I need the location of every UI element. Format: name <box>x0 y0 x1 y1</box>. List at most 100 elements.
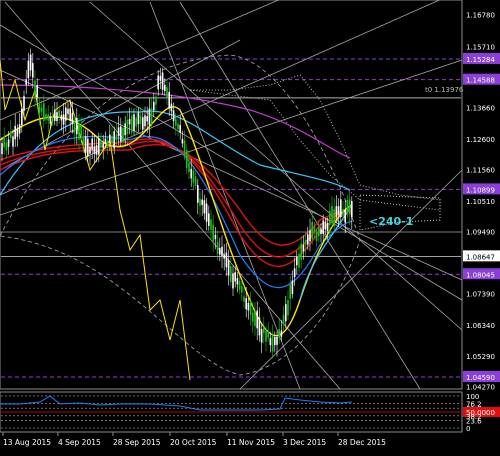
candle-body <box>186 150 188 168</box>
price-tick-label: 1.16780 <box>466 11 495 19</box>
candle-body <box>214 234 217 240</box>
candle-body <box>49 116 52 124</box>
price-tick-label: 1.13660 <box>466 104 495 112</box>
price-tick-label: 1.09490 <box>466 228 495 236</box>
candle-body <box>267 331 269 338</box>
candle-body <box>34 80 36 99</box>
price-axis: 1.167801.157101.146401.136601.126001.115… <box>463 11 500 392</box>
candle-body <box>27 60 30 79</box>
time-tick-label: 4 Sep 2015 <box>58 438 101 447</box>
candle-body <box>282 314 285 325</box>
candle-body <box>164 84 166 91</box>
candle-body <box>126 120 129 135</box>
time-tick-label: 28 Sep 2015 <box>113 438 161 447</box>
candle-body <box>201 199 203 205</box>
trend-line <box>0 59 463 216</box>
candle-body <box>175 118 177 126</box>
chart-canvas[interactable]: t0 1.13976 <240-1 1.167801.157101.146401… <box>0 0 500 452</box>
candle-body <box>131 115 133 133</box>
price-tick-label: 1.15710 <box>466 43 495 51</box>
time-tick-label: 13 Aug 2015 <box>3 438 51 447</box>
candle-body <box>315 232 318 241</box>
candle-body <box>249 301 252 315</box>
candle-body <box>12 136 14 147</box>
candle-body <box>252 312 254 322</box>
candle-body <box>91 138 93 150</box>
candle-body <box>62 114 65 125</box>
candle-body <box>293 268 296 278</box>
candle-body <box>236 278 239 285</box>
candle-body <box>238 280 241 290</box>
candle-body <box>247 302 250 311</box>
candle-body <box>155 96 157 105</box>
candle-body <box>7 139 10 147</box>
price-tick-label: 1.06340 <box>466 322 495 330</box>
candle-body <box>58 110 60 117</box>
candle-body <box>234 272 236 282</box>
chart-window[interactable]: t0 1.13976 <240-1 1.167801.157101.146401… <box>0 0 500 452</box>
candle-body <box>18 124 21 134</box>
candle-body <box>337 206 340 216</box>
candle-body <box>335 206 338 218</box>
candle-body <box>258 317 261 336</box>
candle-body <box>320 229 322 234</box>
candle-body <box>344 209 346 223</box>
price-tick-label: 1.07390 <box>466 291 495 299</box>
candle-body <box>348 199 351 214</box>
price-level-label: 1.14588 <box>466 77 495 85</box>
candle-body <box>225 252 228 268</box>
candle-body <box>36 85 38 98</box>
candle-body <box>278 329 280 339</box>
candle-body <box>40 107 43 112</box>
candle-body <box>45 114 47 120</box>
candle-body <box>146 116 148 122</box>
indicator-axis: 10076.261.850.000038.223.60 <box>463 393 500 433</box>
candle-body <box>203 200 206 214</box>
candle-body <box>210 219 212 231</box>
candle-body <box>188 162 190 173</box>
candle-body <box>3 136 5 148</box>
candle-body <box>263 327 265 333</box>
candle-body <box>197 185 199 203</box>
price-tick-label: 1.05290 <box>466 353 495 361</box>
candle-body <box>102 143 104 149</box>
candle-body <box>14 125 16 140</box>
candle-body <box>326 223 329 231</box>
main-chart-frame <box>0 0 463 390</box>
candle-body <box>280 330 283 337</box>
candle-body <box>216 241 219 254</box>
candle-body <box>271 334 274 352</box>
candle-body <box>276 337 278 345</box>
candle-body <box>150 108 153 125</box>
candle-body <box>232 273 234 289</box>
candle-body <box>104 138 107 145</box>
candle-body <box>161 72 164 90</box>
time-tick-label: 20 Oct 2015 <box>170 438 217 447</box>
price-level-markers: 1.15284 1.14588 1.10899 1.08045 1.04590 <box>463 52 500 382</box>
price-tick-label: 1.11560 <box>466 167 495 175</box>
candle-body <box>157 75 159 90</box>
candle-body <box>98 138 100 155</box>
candle-body <box>142 117 144 130</box>
candle-body <box>307 234 309 245</box>
candle-body <box>227 260 230 276</box>
current-price-label: 1.08647 <box>466 253 495 261</box>
candle-body <box>274 336 276 346</box>
candle-body <box>177 123 179 129</box>
candle-body <box>212 224 214 242</box>
candle-body <box>351 201 353 218</box>
candle-body <box>313 226 316 232</box>
candle-body <box>324 221 327 230</box>
candle-body <box>340 199 342 217</box>
candle-body <box>245 298 247 310</box>
candle-body <box>260 329 263 343</box>
candle-body <box>135 117 137 127</box>
candle-body <box>65 107 67 121</box>
candle-body <box>56 112 58 122</box>
candle-body <box>304 239 307 246</box>
candle-body <box>148 108 151 125</box>
candle-body <box>254 311 256 327</box>
candle-body <box>269 338 272 346</box>
candle-body <box>289 284 291 299</box>
candle-body <box>192 170 195 183</box>
